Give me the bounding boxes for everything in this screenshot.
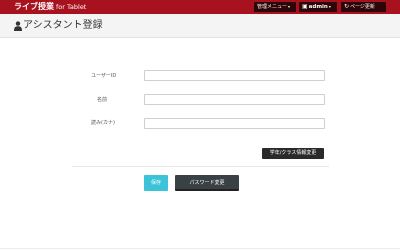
refresh-page-button[interactable]: ↻ページ更新	[341, 2, 386, 12]
grade-class-change-button[interactable]: 学年/クラス情報変更	[262, 148, 324, 159]
chevron-down-icon: ▾	[328, 4, 331, 9]
app-brand[interactable]: ライブ授業 for Tablet	[14, 2, 86, 12]
name-label: 名前	[97, 97, 108, 103]
user-account-dropdown[interactable]: ▣admin▾	[299, 2, 337, 12]
reading-label: 読み(カナ)	[91, 120, 115, 126]
app-brand-sub: for Tablet	[56, 3, 87, 11]
app-brand-name: ライブ授業	[14, 2, 54, 11]
page-title: アシスタント登録	[23, 20, 103, 31]
user-account-label: admin	[308, 4, 328, 10]
chevron-down-icon: ▾	[288, 4, 291, 9]
refresh-icon: ↻	[344, 3, 350, 10]
refresh-page-label: ページ更新	[350, 4, 375, 10]
form-divider	[72, 166, 329, 167]
userid-input[interactable]	[144, 70, 325, 81]
footer-divider	[0, 248, 400, 249]
admin-menu-dropdown[interactable]: 管理メニュー▾	[254, 2, 296, 12]
name-input[interactable]	[144, 94, 325, 105]
account-icon: ▣	[302, 3, 308, 10]
user-icon	[14, 21, 22, 31]
admin-menu-label: 管理メニュー	[257, 4, 288, 10]
userid-label: ユーザーID	[91, 73, 117, 79]
reading-input[interactable]	[144, 118, 325, 129]
top-navbar: ライブ授業 for Tablet 管理メニュー▾ ▣admin▾ ↻ページ更新	[0, 0, 400, 14]
save-button[interactable]: 保存	[144, 175, 168, 191]
change-password-button[interactable]: パスワード変更	[175, 175, 239, 191]
page-header: アシスタント登録	[0, 14, 400, 38]
